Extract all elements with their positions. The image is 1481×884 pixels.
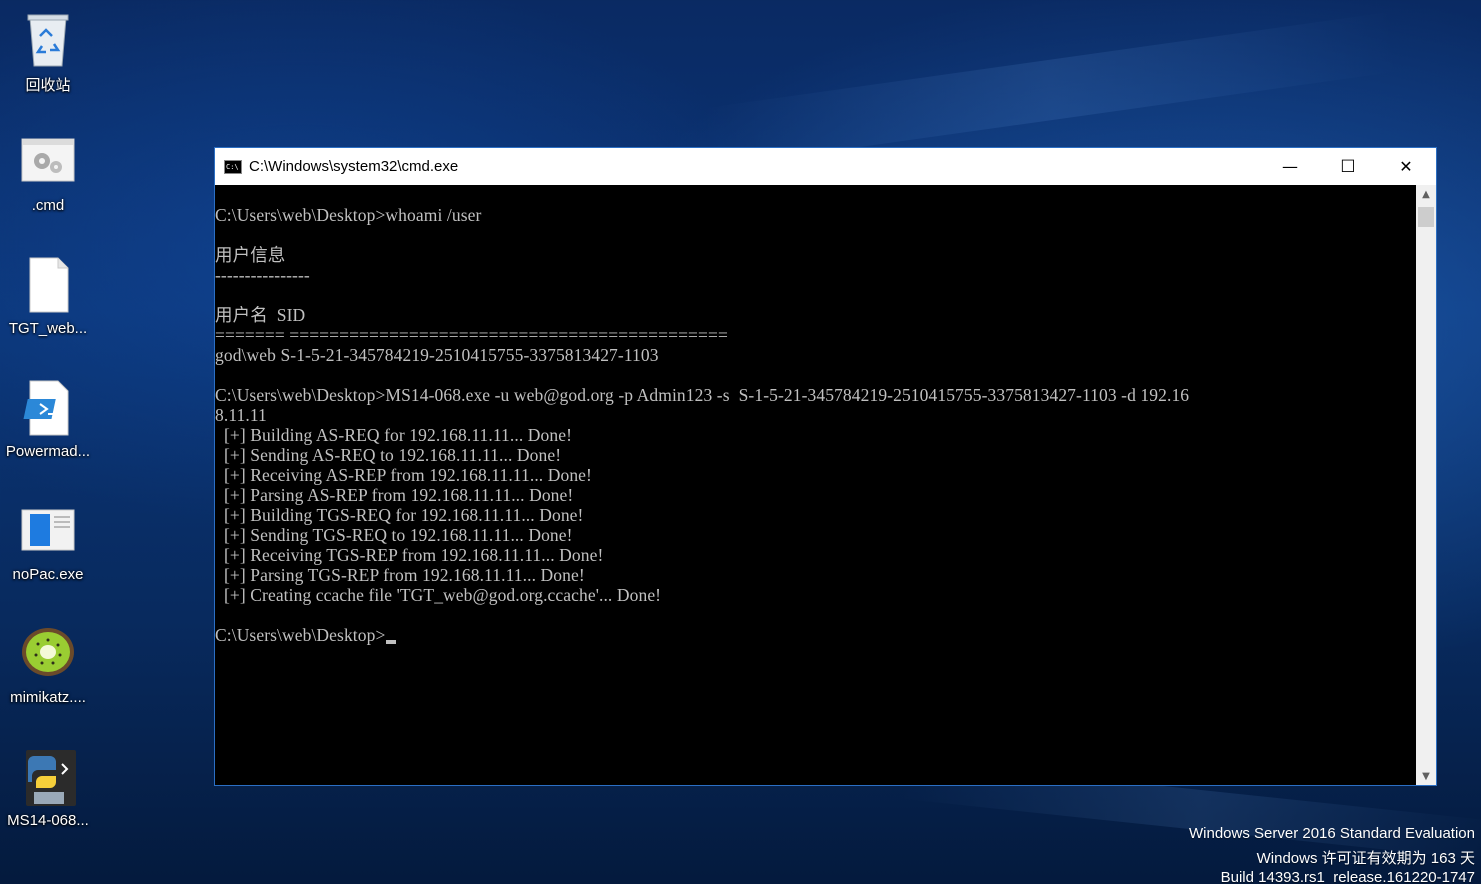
minimize-button[interactable]: —: [1261, 148, 1319, 185]
desktop-icon-label: Powermad...: [5, 443, 91, 460]
console-line: [+] Creating ccache file 'TGT_web@god.or…: [215, 585, 662, 605]
build-number-watermark: Build 14393.rs1_release.161220-1747: [1220, 869, 1475, 884]
console-line: 用户信息: [215, 245, 286, 265]
console-line: 用户名 SID: [215, 305, 306, 325]
kiwi-icon: [20, 625, 76, 685]
recycle-bin-icon: [20, 10, 76, 70]
window-titlebar[interactable]: C:\Windows\system32\cmd.exe — ☐ ✕: [215, 148, 1436, 185]
console-line: [+] Building AS-REQ for 192.168.11.11...…: [215, 425, 573, 445]
scroll-down-arrow-icon[interactable]: ▼: [1416, 767, 1436, 785]
desktop-icon-ms14-068[interactable]: MS14-068...: [0, 748, 96, 829]
text-cursor: [386, 640, 397, 644]
close-button[interactable]: ✕: [1377, 148, 1435, 185]
desktop-icon-cmd[interactable]: .cmd: [0, 133, 96, 214]
console-prompt-line[interactable]: C:\Users\web\Desktop>: [215, 625, 397, 645]
maximize-button[interactable]: ☐: [1319, 148, 1377, 185]
vertical-scrollbar[interactable]: ▲ ▼: [1416, 185, 1436, 785]
exe-window-icon: [20, 502, 76, 562]
console-line: C:\Users\web\Desktop>MS14-068.exe -u web…: [215, 385, 1190, 405]
console-line: [+] Receiving TGS-REP from 192.168.11.11…: [215, 545, 604, 565]
cmd-app-icon[interactable]: [224, 159, 242, 174]
console-line: [+] Building TGS-REQ for 192.168.11.11..…: [215, 505, 584, 525]
desktop-icon-label: MS14-068...: [7, 812, 89, 829]
wallpaper-light-beam: [699, 11, 1401, 169]
desktop-icon-label: 回收站: [25, 77, 71, 94]
console-line: ----------------: [215, 265, 310, 285]
console-line: ======= ================================…: [215, 325, 728, 345]
powershell-file-icon: [20, 379, 76, 439]
console-line: 8.11.11: [215, 405, 267, 425]
python-exe-icon: [20, 748, 76, 808]
desktop-icon-recycle-bin[interactable]: 回收站: [0, 10, 96, 95]
desktop-icon-label: .cmd: [31, 197, 65, 214]
console-line: [+] Parsing TGS-REP from 192.168.11.11..…: [215, 565, 585, 585]
gear-file-icon: [20, 133, 76, 193]
license-days-watermark: Windows 许可证有效期为 163 天: [1256, 850, 1475, 867]
window-title: C:\Windows\system32\cmd.exe: [249, 158, 459, 175]
console-line: god\web S-1-5-21-345784219-2510415755-33…: [215, 345, 659, 365]
cmd-window[interactable]: C:\Windows\system32\cmd.exe — ☐ ✕ C:\Use…: [214, 147, 1437, 786]
desktop-icon-label: noPac.exe: [12, 566, 84, 583]
console-line: [+] Parsing AS-REP from 192.168.11.11...…: [215, 485, 574, 505]
scroll-up-arrow-icon[interactable]: ▲: [1416, 185, 1436, 203]
console-output[interactable]: C:\Users\web\Desktop>whoami /user 用户信息 -…: [215, 185, 1416, 785]
console-line: C:\Users\web\Desktop>whoami /user: [215, 205, 482, 225]
desktop-icon-mimikatz[interactable]: mimikatz....: [0, 625, 96, 706]
desktop-icon-label: TGT_web...: [8, 320, 88, 337]
console-line: [+] Sending AS-REQ to 192.168.11.11... D…: [215, 445, 562, 465]
os-edition-watermark: Windows Server 2016 Standard Evaluation: [1189, 825, 1475, 842]
desktop-icon-powermad[interactable]: Powermad...: [0, 379, 96, 460]
scrollbar-thumb[interactable]: [1418, 207, 1434, 227]
blank-file-icon: [20, 256, 76, 316]
desktop-icon-tgt-file[interactable]: TGT_web...: [0, 256, 96, 337]
desktop-icon-label: mimikatz....: [10, 689, 86, 706]
console-prompt: C:\Users\web\Desktop>: [215, 625, 386, 645]
console-line: [+] Receiving AS-REP from 192.168.11.11.…: [215, 465, 592, 485]
desktop-icon-nopac[interactable]: noPac.exe: [0, 502, 96, 583]
console-line: [+] Sending TGS-REQ to 192.168.11.11... …: [215, 525, 573, 545]
